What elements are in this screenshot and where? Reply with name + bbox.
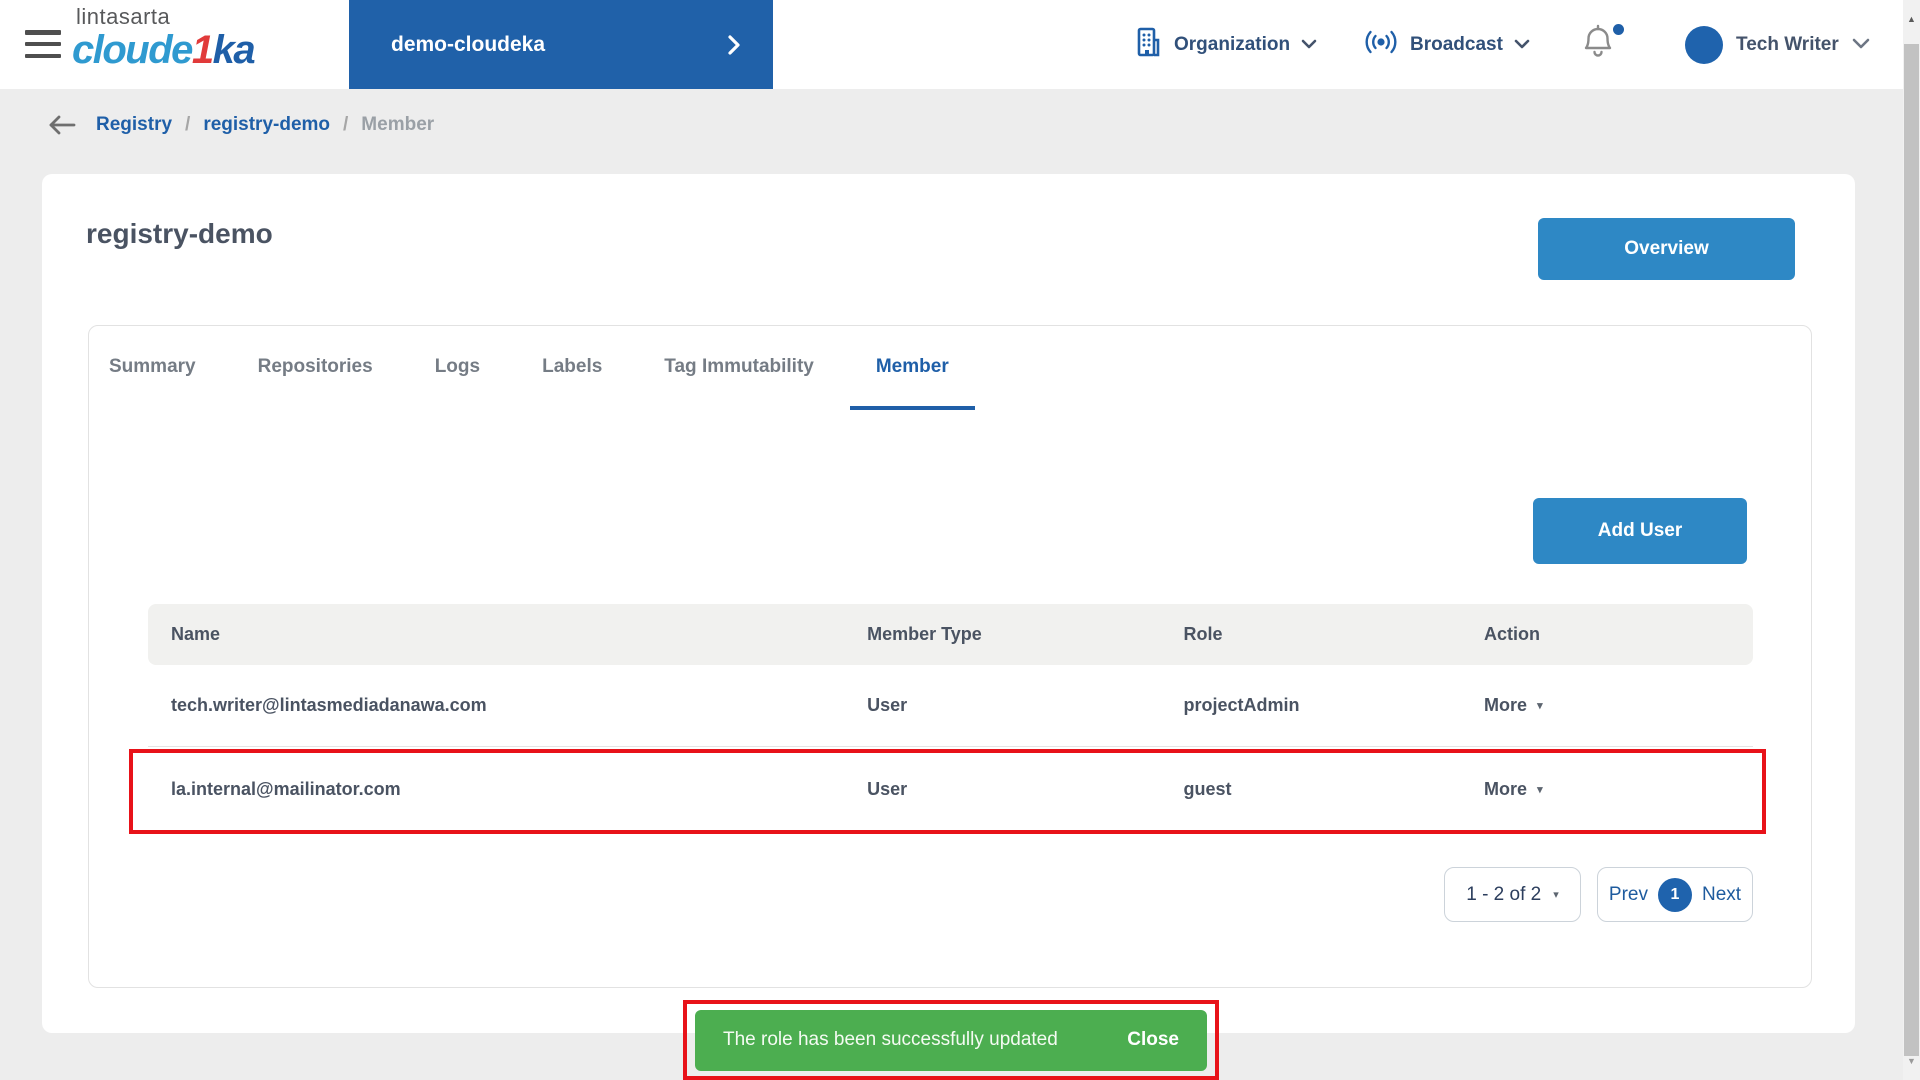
add-user-button[interactable]: Add User: [1533, 498, 1747, 564]
breadcrumb-registry-demo[interactable]: registry-demo: [203, 114, 330, 136]
registry-tabs: Summary Repositories Logs Labels Tag Imm…: [89, 326, 1811, 410]
member-type: User: [867, 779, 1183, 800]
column-header-action: Action: [1484, 624, 1753, 645]
logo-lintasarta-text: lintasarta: [76, 6, 254, 28]
member-type: User: [867, 695, 1183, 716]
pagination: 1 - 2 of 2 ▾ Prev 1 Next: [1444, 867, 1753, 922]
tab-repositories[interactable]: Repositories: [258, 356, 373, 410]
member-role: projectAdmin: [1183, 695, 1484, 716]
organization-building-icon: [1133, 26, 1163, 63]
member-role: guest: [1183, 779, 1484, 800]
tab-logs[interactable]: Logs: [435, 356, 480, 410]
user-menu[interactable]: Tech Writer: [1685, 0, 1870, 89]
chevron-down-icon: ▾: [1537, 699, 1543, 712]
pager: Prev 1 Next: [1597, 867, 1753, 922]
breadcrumb-current: Member: [361, 114, 434, 136]
breadcrumb: Registry / registry-demo / Member: [0, 89, 1903, 160]
chevron-down-icon: ▾: [1553, 888, 1559, 901]
back-arrow-icon[interactable]: [47, 115, 77, 135]
breadcrumb-registry[interactable]: Registry: [96, 114, 172, 136]
page-range-label: 1 - 2 of 2: [1466, 884, 1541, 906]
more-dropdown[interactable]: More ▾: [1484, 779, 1753, 800]
chevron-down-icon: [1852, 36, 1870, 54]
current-page-button[interactable]: 1: [1658, 878, 1692, 912]
table-row: tech.writer@lintasmediadanawa.com User p…: [148, 665, 1753, 747]
member-panel: Summary Repositories Logs Labels Tag Imm…: [88, 325, 1812, 988]
tab-member[interactable]: Member: [876, 356, 949, 410]
user-name: Tech Writer: [1736, 34, 1839, 56]
member-email: la.internal@mailinator.com: [171, 779, 867, 800]
notifications-button[interactable]: [1582, 24, 1626, 64]
chevron-down-icon: ▾: [1537, 783, 1543, 796]
broadcast-label: Broadcast: [1410, 34, 1503, 56]
chevron-right-icon: [727, 34, 741, 56]
organization-menu[interactable]: Organization: [1133, 0, 1317, 89]
tab-labels[interactable]: Labels: [542, 356, 602, 410]
notification-badge: [1613, 24, 1624, 35]
content-card: registry-demo Overview Summary Repositor…: [42, 174, 1855, 1033]
hamburger-menu-icon[interactable]: [25, 30, 61, 58]
next-page-button[interactable]: Next: [1702, 884, 1741, 906]
table-header-row: Name Member Type Role Action: [148, 604, 1753, 665]
broadcast-menu[interactable]: Broadcast: [1363, 0, 1530, 89]
red-highlight-annotation: The role has been successfully updated C…: [683, 1000, 1219, 1080]
page-title: registry-demo: [86, 218, 273, 250]
members-table: Name Member Type Role Action tech.writer…: [148, 604, 1753, 832]
chevron-down-icon: [1514, 36, 1530, 54]
page-range-dropdown[interactable]: 1 - 2 of 2 ▾: [1444, 867, 1581, 922]
tab-tag-immutability[interactable]: Tag Immutability: [664, 356, 814, 410]
vertical-scrollbar[interactable]: ▲ ▼: [1903, 0, 1920, 1080]
toast-message: The role has been successfully updated: [723, 1029, 1058, 1051]
column-header-member-type: Member Type: [867, 624, 1183, 645]
table-row-highlighted: la.internal@mailinator.com User guest Mo…: [148, 747, 1753, 832]
scroll-up-arrow-icon[interactable]: ▲: [1903, 8, 1920, 30]
more-label: More: [1484, 695, 1527, 716]
project-name: demo-cloudeka: [391, 33, 545, 57]
bell-icon: [1586, 29, 1610, 48]
avatar: [1685, 26, 1723, 64]
more-label: More: [1484, 779, 1527, 800]
tab-summary[interactable]: Summary: [109, 356, 196, 410]
breadcrumb-separator: /: [185, 114, 190, 136]
scroll-down-arrow-icon[interactable]: ▼: [1903, 1050, 1920, 1072]
project-selector[interactable]: demo-cloudeka: [349, 0, 773, 89]
column-header-role: Role: [1183, 624, 1484, 645]
organization-label: Organization: [1174, 34, 1290, 56]
toast-close-button[interactable]: Close: [1127, 1029, 1179, 1051]
member-email: tech.writer@lintasmediadanawa.com: [171, 695, 867, 716]
app-logo[interactable]: lintasarta cloude1ka: [72, 6, 254, 70]
top-header: lintasarta cloude1ka demo-cloudeka Organ…: [0, 0, 1903, 89]
logo-cloudeka-text: cloude1ka: [72, 30, 254, 70]
scrollbar-thumb[interactable]: [1904, 44, 1919, 1056]
breadcrumb-separator: /: [343, 114, 348, 136]
chevron-down-icon: [1301, 36, 1317, 54]
success-toast: The role has been successfully updated C…: [695, 1010, 1207, 1071]
column-header-name: Name: [171, 624, 867, 645]
prev-page-button[interactable]: Prev: [1609, 884, 1648, 906]
more-dropdown[interactable]: More ▾: [1484, 695, 1753, 716]
broadcast-icon: [1363, 28, 1399, 61]
overview-button[interactable]: Overview: [1538, 218, 1795, 280]
